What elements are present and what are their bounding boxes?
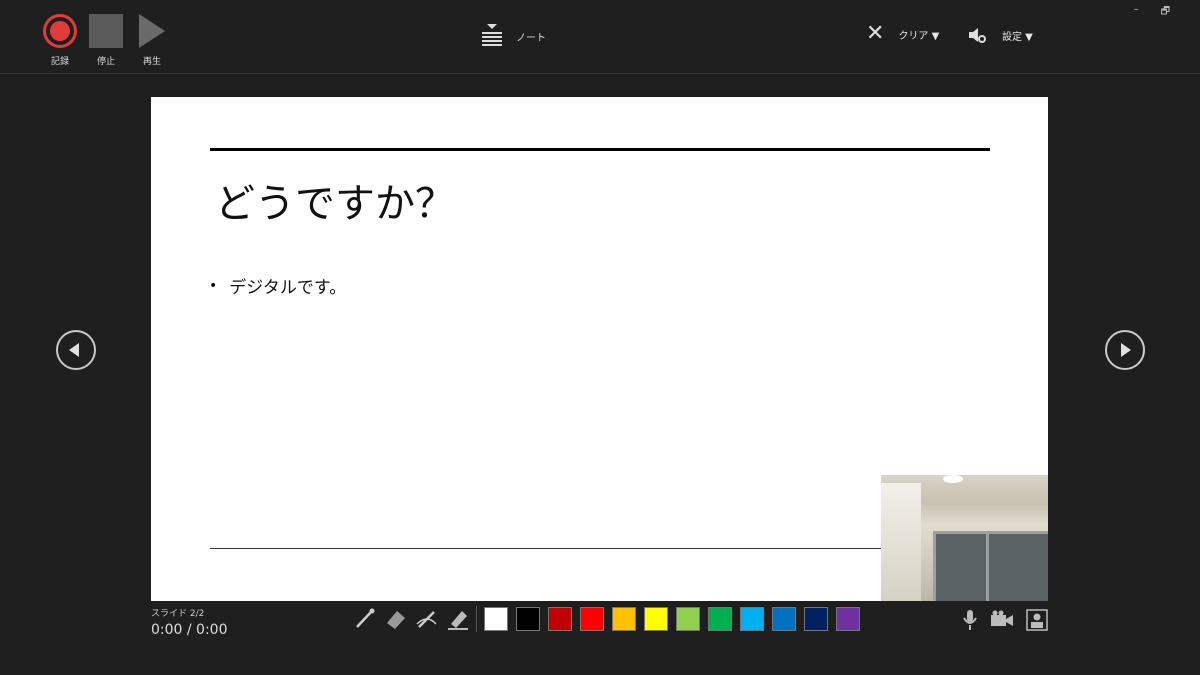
bullet-text: デジタルです。 bbox=[229, 278, 347, 298]
slide-bottom-rule bbox=[210, 548, 882, 549]
color-palette bbox=[484, 607, 868, 631]
color-swatch-5[interactable] bbox=[612, 607, 636, 631]
record-button[interactable]: 記録 bbox=[40, 14, 80, 67]
stop-icon bbox=[89, 14, 123, 48]
clear-x-icon: ✕ bbox=[866, 21, 885, 46]
color-swatch-1[interactable] bbox=[484, 607, 508, 631]
window-controls: – 🗗 bbox=[1112, 4, 1170, 21]
slide-title: どうですか？ bbox=[215, 181, 455, 227]
bullet-dot: • bbox=[209, 277, 218, 294]
restore-button[interactable]: 🗗 bbox=[1161, 4, 1170, 21]
slide-top-rule bbox=[210, 148, 990, 151]
slide-canvas[interactable]: どうですか？ • デジタルです。 bbox=[151, 97, 1048, 601]
camera-preview bbox=[881, 475, 1048, 601]
color-swatch-2[interactable] bbox=[516, 607, 540, 631]
top-toolbar: 記録 停止 再生 ノート ✕ クリア ▼ 設定 ▼ – 🗗 bbox=[0, 0, 1200, 74]
camera-scene-light bbox=[943, 475, 963, 483]
play-label: 再生 bbox=[142, 57, 161, 67]
record-icon bbox=[43, 14, 77, 48]
clear-dropdown[interactable]: ✕ クリア ▼ bbox=[866, 21, 940, 46]
previous-slide-button[interactable] bbox=[56, 330, 96, 370]
settings-dropdown[interactable]: 設定 ▼ bbox=[968, 26, 1033, 44]
camera-scene-window bbox=[933, 531, 1048, 601]
color-swatch-8[interactable] bbox=[708, 607, 732, 631]
notes-label: ノート bbox=[516, 32, 546, 44]
media-controls bbox=[962, 608, 1060, 636]
microphone-icon[interactable] bbox=[962, 608, 978, 636]
slide-number: スライド 2/2 bbox=[151, 609, 205, 619]
color-swatch-11[interactable] bbox=[804, 607, 828, 631]
eraser-icon[interactable] bbox=[383, 606, 409, 632]
color-swatch-7[interactable] bbox=[676, 607, 700, 631]
stop-button[interactable]: 停止 bbox=[86, 14, 126, 67]
pen-variant-icon[interactable] bbox=[414, 606, 440, 632]
settings-label: 設定 ▼ bbox=[1002, 31, 1033, 43]
color-swatch-9[interactable] bbox=[740, 607, 764, 631]
slide-bullet: • デジタルです。 bbox=[209, 273, 347, 299]
camera-scene-shelf bbox=[881, 483, 921, 601]
settings-speaker-gear-icon bbox=[969, 28, 986, 43]
notes-button[interactable]: ノート bbox=[480, 24, 546, 48]
ink-tools bbox=[352, 606, 476, 632]
color-swatch-10[interactable] bbox=[772, 607, 796, 631]
play-icon bbox=[139, 14, 165, 48]
stop-label: 停止 bbox=[96, 57, 115, 67]
recording-window: 記録 停止 再生 ノート ✕ クリア ▼ 設定 ▼ – 🗗 どうですか？ • デ… bbox=[0, 0, 1200, 675]
highlighter-icon[interactable] bbox=[445, 606, 471, 632]
color-swatch-12[interactable] bbox=[836, 607, 860, 631]
color-swatch-3[interactable] bbox=[548, 607, 572, 631]
minimize-button[interactable]: – bbox=[1134, 4, 1139, 21]
color-swatch-6[interactable] bbox=[644, 607, 668, 631]
record-label: 記録 bbox=[50, 57, 69, 67]
color-swatch-4[interactable] bbox=[580, 607, 604, 631]
recording-timer: 0:00 / 0:00 bbox=[151, 622, 228, 638]
play-button[interactable]: 再生 bbox=[132, 14, 172, 67]
clear-label: クリア ▼ bbox=[898, 30, 940, 42]
toolbar-separator bbox=[476, 606, 477, 632]
video-camera-icon[interactable] bbox=[990, 610, 1014, 634]
notes-icon bbox=[482, 24, 502, 46]
pen-icon[interactable] bbox=[352, 606, 378, 632]
camera-preview-icon[interactable] bbox=[1026, 609, 1048, 635]
next-slide-button[interactable] bbox=[1105, 330, 1145, 370]
